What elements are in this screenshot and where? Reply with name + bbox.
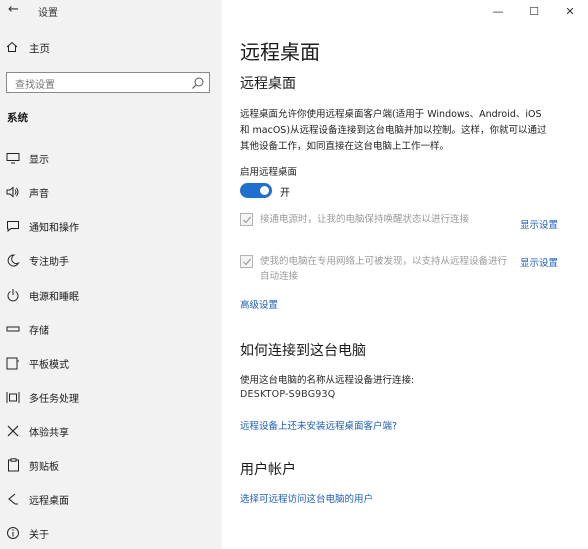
share-icon	[5, 423, 21, 439]
sidebar-item-label: 电源和睡眠	[29, 291, 79, 303]
sidebar-item-label: 多任务处理	[29, 393, 79, 405]
sidebar-item-label: 存储	[29, 325, 49, 337]
show-settings-link-1[interactable]: 显示设置	[520, 217, 558, 231]
option-label-line: 自动连接	[260, 271, 299, 282]
sidebar-item-label: 体验共享	[29, 427, 69, 439]
main-content: — ☐ ✕ 远程桌面 远程桌面 远程桌面允许你使用远程桌面客户端(适用于 Win…	[222, 0, 588, 549]
monitor-icon	[5, 150, 21, 166]
app-title: 设置	[38, 8, 58, 19]
back-arrow-icon[interactable]: ←	[8, 3, 19, 17]
sidebar-item-display[interactable]: 显示	[0, 145, 222, 171]
sidebar-item-label: 剪贴板	[29, 461, 59, 473]
enable-remote-desktop-label: 启用远程桌面	[240, 167, 298, 178]
section-title-remote-desktop: 远程桌面	[240, 76, 296, 92]
remote-desktop-toggle[interactable]	[240, 183, 272, 198]
moon-icon	[5, 252, 21, 268]
toggle-state-label: 开	[280, 188, 290, 199]
discoverable-checkbox[interactable]	[240, 255, 253, 268]
speaker-icon	[5, 184, 21, 200]
section-title-how-to-connect: 如何连接到这台电脑	[240, 343, 366, 359]
sidebar-item-label: 平板模式	[29, 359, 69, 371]
sidebar-item-focus-assist[interactable]: 专注助手	[0, 247, 222, 273]
storage-icon	[5, 321, 21, 337]
tablet-icon	[5, 355, 21, 371]
maximize-button[interactable]: ☐	[516, 0, 552, 22]
sidebar-section-title: 系统	[7, 112, 28, 124]
sidebar: ← 设置 主页 系统 显示 声音 通知和操作 专注助手 电源和睡眠 存储	[0, 0, 222, 549]
sidebar-item-label: 专注助手	[29, 256, 69, 268]
sidebar-item-sound[interactable]: 声音	[0, 179, 222, 205]
sidebar-item-home[interactable]: 主页	[0, 36, 222, 60]
sidebar-item-label: 声音	[29, 188, 49, 200]
sidebar-item-power[interactable]: 电源和睡眠	[0, 282, 222, 308]
window-controls: — ☐ ✕	[480, 0, 588, 22]
connect-description: 使用这台电脑的名称从远程设备进行连接:	[240, 375, 415, 386]
search-input[interactable]	[13, 75, 187, 96]
sidebar-item-about[interactable]: 关于	[0, 520, 222, 546]
sidebar-item-clipboard[interactable]: 剪贴板	[0, 452, 222, 478]
sidebar-item-label: 主页	[29, 42, 50, 55]
pc-name: DESKTOP-S9BG93Q	[240, 389, 336, 400]
show-settings-link-2[interactable]: 显示设置	[520, 255, 558, 269]
titlebar: ← 设置	[0, 0, 222, 22]
sidebar-item-tablet[interactable]: 平板模式	[0, 350, 222, 376]
option-label: 使我的电脑在专用网络上可被发现，以支持从远程设备进行 自动连接	[260, 254, 512, 284]
advanced-settings-link[interactable]: 高级设置	[240, 297, 278, 311]
page-title: 远程桌面	[240, 40, 320, 64]
section-title-user-accounts: 用户帐户	[240, 462, 296, 478]
select-users-link[interactable]: 选择可远程访问这台电脑的用户	[240, 491, 373, 505]
multitask-icon	[5, 389, 21, 405]
remote-desktop-description: 远程桌面允许你使用远程桌面客户端(适用于 Windows、Android、iOS…	[240, 107, 570, 155]
sidebar-item-multitasking[interactable]: 多任务处理	[0, 384, 222, 410]
client-not-installed-link[interactable]: 远程设备上还未安装远程桌面客户端?	[240, 418, 397, 432]
minimize-button[interactable]: —	[480, 0, 516, 22]
sidebar-item-label: 显示	[29, 154, 49, 166]
sidebar-item-shared-experiences[interactable]: 体验共享	[0, 418, 222, 444]
power-icon	[5, 287, 21, 303]
search-box[interactable]	[6, 72, 210, 96]
home-icon	[6, 41, 22, 56]
sidebar-item-label: 远程桌面	[29, 495, 69, 507]
notification-icon	[5, 218, 21, 234]
sidebar-item-label: 关于	[29, 529, 49, 541]
keep-awake-checkbox[interactable]	[240, 213, 253, 226]
sidebar-item-remote-desktop[interactable]: 远程桌面	[0, 486, 222, 512]
description-line: 远程桌面允许你使用远程桌面客户端(适用于 Windows、Android、iOS	[240, 109, 542, 120]
clipboard-icon	[5, 457, 21, 473]
toggle-knob	[260, 186, 269, 195]
search-icon[interactable]	[191, 75, 205, 89]
description-line: 和 macOS)从远程设备连接到这台电脑并加以控制。这样，你就可以通过	[240, 125, 547, 136]
option-label-line: 使我的电脑在专用网络上可被发现，以支持从远程设备进行	[260, 256, 508, 267]
remote-desktop-icon	[5, 491, 21, 507]
sidebar-item-storage[interactable]: 存储	[0, 316, 222, 342]
description-line: 其他设备工作，如同直接在这台电脑上工作一样。	[240, 141, 450, 152]
sidebar-item-label: 通知和操作	[29, 222, 79, 234]
option-label: 接通电源时，让我的电脑保持唤醒状态以进行连接	[260, 214, 470, 225]
info-icon	[5, 525, 21, 541]
close-button[interactable]: ✕	[552, 0, 588, 22]
sidebar-item-notifications[interactable]: 通知和操作	[0, 213, 222, 239]
